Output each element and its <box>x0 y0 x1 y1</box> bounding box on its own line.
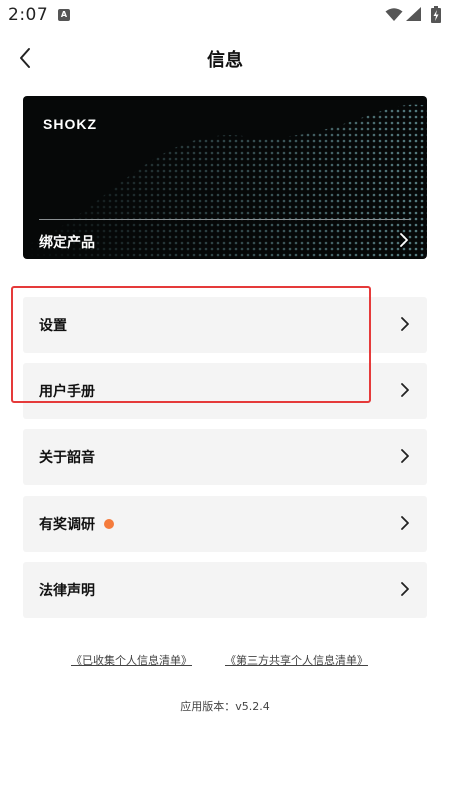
bind-product-card[interactable]: SHOKZ 绑定产品 <box>23 96 427 259</box>
menu-item-legal[interactable]: 法律声明 <box>23 562 427 618</box>
menu-item-label: 用户手册 <box>39 384 95 400</box>
menu-item-about[interactable]: 关于韶音 <box>23 429 427 485</box>
chevron-right-icon <box>401 317 409 331</box>
menu-item-label: 法律声明 <box>39 583 95 599</box>
battery-charging-icon <box>431 6 441 23</box>
menu-item-label: 设置 <box>39 318 67 334</box>
banner-divider <box>39 219 411 220</box>
chevron-right-icon <box>401 449 409 463</box>
nav-header: 信息 <box>0 40 450 76</box>
menu-item-survey[interactable]: 有奖调研 <box>23 496 427 552</box>
notification-dot-badge <box>104 519 114 529</box>
wifi-icon <box>385 8 403 21</box>
page-title: 信息 <box>207 50 243 71</box>
menu-item-label: 关于韶音 <box>39 450 95 466</box>
third-party-info-list-link[interactable]: 《第三方共享个人信息清单》 <box>225 652 368 668</box>
app-version-label: 应用版本： <box>180 700 236 713</box>
chevron-right-icon <box>401 383 409 397</box>
cell-signal-icon <box>406 7 421 21</box>
app-version: 应用版本：v5.2.4 <box>0 698 450 714</box>
chevron-right-icon <box>401 582 409 596</box>
status-time: 2:07 <box>8 5 49 25</box>
chevron-right-icon <box>400 233 408 247</box>
collected-info-list-link[interactable]: 《已收集个人信息清单》 <box>71 652 192 668</box>
shokz-logo: SHOKZ <box>43 116 97 132</box>
menu-item-settings[interactable]: 设置 <box>23 297 427 353</box>
app-version-value: v5.2.4 <box>235 700 270 713</box>
menu-item-user-manual[interactable]: 用户手册 <box>23 363 427 419</box>
status-bar: 2:07 A <box>0 0 450 30</box>
menu-item-label: 有奖调研 <box>39 517 95 533</box>
accessibility-a-icon: A <box>58 9 70 21</box>
bind-product-label: 绑定产品 <box>39 235 95 251</box>
privacy-links: 《已收集个人信息清单》 《第三方共享个人信息清单》 <box>0 652 450 672</box>
chevron-right-icon <box>401 516 409 530</box>
